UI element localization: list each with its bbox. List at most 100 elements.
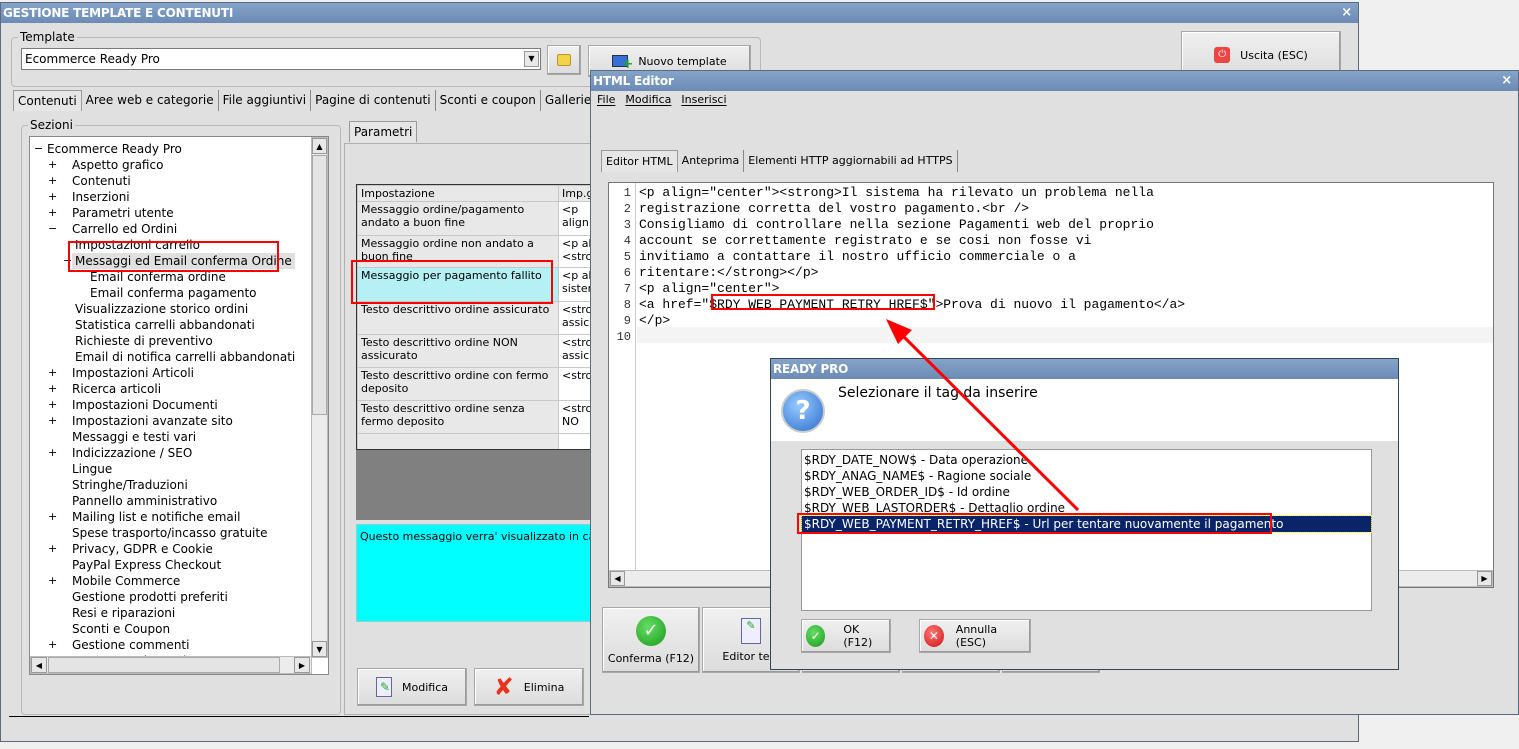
expand-icon[interactable]: + <box>48 381 57 397</box>
menu-file[interactable]: File <box>597 93 615 106</box>
tab-2[interactable]: File aggiuntivi <box>219 90 312 111</box>
tree-item[interactable]: Impostazioni Documenti <box>60 397 221 413</box>
tab-0[interactable]: Contenuti <box>13 90 82 111</box>
confirm-button[interactable]: ✓ Conferma (F12) <box>602 607 700 673</box>
menu-modifica[interactable]: Modifica <box>625 93 671 106</box>
tree-item[interactable]: Messaggi e testi vari <box>60 429 199 445</box>
tree-item[interactable]: Email conferma pagamento <box>90 285 260 301</box>
tree-item[interactable]: Sconti e Coupon <box>60 621 173 637</box>
tree-item[interactable]: Messaggi ed Email conferma Ordine <box>72 253 295 269</box>
tree-item[interactable]: Email conferma ordine <box>90 269 229 285</box>
expand-icon[interactable]: + <box>48 173 57 189</box>
tree-item[interactable]: Resi e riparazioni <box>60 605 178 621</box>
cancel-button[interactable]: ✕ Annulla (ESC) <box>919 619 1031 653</box>
tree-item[interactable]: Richieste di preventivo <box>75 333 216 349</box>
expand-icon[interactable]: + <box>48 509 57 525</box>
tree-horizontal-scrollbar[interactable]: ◀ ▶ <box>30 656 312 674</box>
collapse-icon[interactable]: − <box>63 253 72 269</box>
close-icon[interactable]: × <box>1341 3 1352 23</box>
tree-item[interactable]: Email di notifica carrelli abbandonati <box>75 349 298 365</box>
open-folder-button[interactable] <box>547 45 581 75</box>
collapse-icon[interactable]: − <box>48 221 57 237</box>
tag-list-item[interactable]: $RDY_WEB_ORDER_ID$ - Id ordine <box>802 484 1371 500</box>
tag-list[interactable]: $RDY_DATE_NOW$ - Data operazione $RDY_ANA… <box>801 449 1372 611</box>
menu-inserisci[interactable]: Inserisci <box>681 93 726 106</box>
tab-4[interactable]: Sconti e coupon <box>436 90 541 111</box>
tree-item[interactable]: Aspetto grafico <box>60 157 166 173</box>
template-select[interactable]: Ecommerce Ready Pro ▼ <box>21 48 541 70</box>
scroll-right-icon[interactable]: ▶ <box>1477 571 1492 586</box>
table-row[interactable]: Testo descrittivo ordine con fermo depos… <box>357 367 590 401</box>
tree-item[interactable]: Ricerca articoli <box>60 381 164 397</box>
scroll-right-icon[interactable]: ▶ <box>294 657 310 673</box>
settings-table[interactable]: ImpostazioneImp.geMessaggio ordine/pagam… <box>356 184 591 450</box>
expand-icon[interactable]: + <box>48 541 57 557</box>
description-text: Questo messaggio verra' visualizzato in … <box>360 530 591 543</box>
tag-list-item[interactable]: $RDY_ANAG_NAME$ - Ragione sociale <box>802 468 1371 484</box>
tree-item[interactable]: Visualizzazione storico ordini <box>75 301 251 317</box>
tree-item[interactable]: Inserzioni <box>60 189 133 205</box>
column-header[interactable]: Imp.ge <box>558 185 590 202</box>
tree-item[interactable]: Impostazioni Articoli <box>60 365 197 381</box>
tab-5[interactable]: Gallerie <box>541 90 597 111</box>
tree-item[interactable]: Lingue <box>60 461 115 477</box>
chevron-down-icon[interactable]: ▼ <box>524 51 539 67</box>
tab-3[interactable]: Pagine di contenuti <box>311 90 436 111</box>
edit-button[interactable]: ✎ Modifica <box>357 668 467 706</box>
table-row[interactable]: Testo descrittivo ordine NON assicurato <… <box>357 334 590 368</box>
tree-item[interactable]: Ecommerce Ready Pro <box>34 141 185 157</box>
tab-parametri[interactable]: Parametri <box>349 121 418 142</box>
tree-item[interactable]: Privacy, GDPR e Cookie <box>60 541 216 557</box>
expand-icon[interactable]: + <box>48 189 57 205</box>
tag-list-item[interactable]: $RDY_DATE_NOW$ - Data operazione <box>802 452 1371 468</box>
tree-item[interactable]: Indicizzazione / SEO <box>60 445 195 461</box>
expand-icon[interactable]: + <box>48 365 57 381</box>
tree-item[interactable]: Statistica carrelli abbandonati <box>75 317 258 333</box>
tree-item[interactable]: Mailing list e notifiche email <box>60 509 243 525</box>
tree-item-label: Mobile Commerce <box>72 574 181 588</box>
tree-item[interactable]: Contenuti <box>60 173 134 189</box>
tree-item[interactable]: Parametri utente <box>60 205 177 221</box>
expand-icon[interactable]: + <box>48 445 57 461</box>
sections-tree[interactable]: Comparatori prezzi avanzato+Gestione com… <box>29 136 329 675</box>
ok-button[interactable]: ✓ OK (F12) <box>801 619 891 653</box>
close-icon[interactable]: × <box>1501 71 1512 91</box>
table-row[interactable]: Messaggio ordine non andato a buon fine <… <box>357 235 590 268</box>
table-row[interactable]: Messaggio ordine/pagamento andato a buon… <box>357 201 590 236</box>
scroll-left-icon[interactable]: ◀ <box>31 657 47 673</box>
editor-tab-0[interactable]: Editor HTML <box>601 150 678 172</box>
tree-item-label: Contenuti <box>72 174 131 188</box>
table-row[interactable]: Testo descrittivo ordine assicurato<stro… <box>357 301 590 335</box>
tree-item[interactable]: Stringhe/Traduzioni <box>60 477 191 493</box>
expand-icon[interactable]: + <box>48 397 57 413</box>
delete-button[interactable]: ✘ Elimina <box>474 668 584 706</box>
tree-item[interactable]: Carrello ed Ordini <box>60 221 180 237</box>
tree-item[interactable]: Gestione commenti <box>60 637 192 653</box>
tree-item[interactable]: PayPal Express Checkout <box>60 557 224 573</box>
tree-item[interactable]: Pannello amministrativo <box>60 493 220 509</box>
scroll-thumb[interactable] <box>312 155 327 415</box>
tree-item[interactable]: Impostazioni carrello <box>75 237 203 253</box>
scroll-thumb-h[interactable] <box>48 657 280 673</box>
tab-1[interactable]: Aree web e categorie <box>82 90 219 111</box>
scroll-left-icon[interactable]: ◀ <box>610 571 625 586</box>
table-row[interactable]: Messaggio per pagamento fallito<p alig s… <box>357 267 590 302</box>
scroll-down-icon[interactable]: ▼ <box>312 641 327 657</box>
tag-list-item[interactable]: $RDY_WEB_PAYMENT_RETRY_HREF$ - Url per t… <box>801 515 1372 533</box>
scroll-up-icon[interactable]: ▲ <box>312 138 327 154</box>
expand-icon[interactable]: + <box>48 637 57 653</box>
table-row[interactable]: Testo descrittivo ordine senza fermo dep… <box>357 400 590 434</box>
expand-icon[interactable]: + <box>48 573 57 589</box>
editor-tab-1[interactable]: Anteprima <box>678 150 745 172</box>
tree-item[interactable]: Mobile Commerce <box>60 573 183 589</box>
editor-tab-2[interactable]: Elementi HTTP aggiornabili ad HTTPS <box>744 150 958 172</box>
expand-icon[interactable]: + <box>48 413 57 429</box>
expand-icon[interactable]: + <box>48 205 57 221</box>
tree-item[interactable]: Spese trasporto/incasso gratuite <box>60 525 270 541</box>
expand-icon[interactable]: + <box>48 157 57 173</box>
tree-vertical-scrollbar[interactable]: ▲ ▼ <box>311 137 328 658</box>
tree-item[interactable]: Gestione prodotti preferiti <box>60 589 231 605</box>
tree-item[interactable]: Impostazioni avanzate sito <box>60 413 236 429</box>
tag-list-item[interactable]: $RDY_WEB_LASTORDER$ - Dettaglio ordine <box>802 500 1371 516</box>
column-header[interactable]: Impostazione <box>357 185 559 202</box>
